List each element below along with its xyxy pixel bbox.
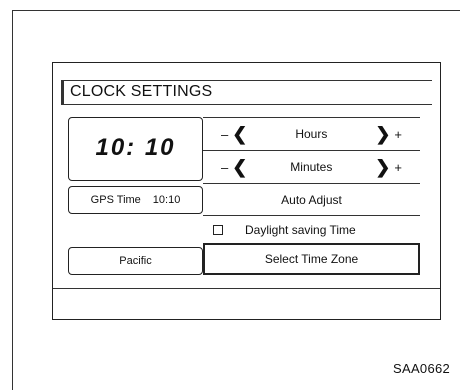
figure-reference-code: SAA0662 <box>393 361 451 376</box>
hours-decrease-button[interactable]: – ❮ <box>221 125 247 143</box>
daylight-saving-checkbox[interactable] <box>213 225 223 235</box>
minutes-increase-button[interactable]: ❯ + <box>375 158 402 176</box>
chevron-right-icon: ❯ <box>375 157 391 177</box>
daylight-saving-label: Daylight saving Time <box>245 223 356 237</box>
auto-adjust-button[interactable]: Auto Adjust <box>203 184 420 216</box>
auto-adjust-label: Auto Adjust <box>281 192 342 207</box>
minutes-label: Minutes <box>290 160 333 174</box>
minus-icon: – <box>221 126 229 142</box>
daylight-saving-toggle[interactable]: Daylight saving Time <box>203 216 420 244</box>
clock-display: 10: 10 <box>68 117 203 181</box>
chevron-right-icon: ❯ <box>375 124 391 144</box>
chevron-left-icon: ❮ <box>232 124 248 144</box>
timezone-value: Pacific <box>119 255 152 267</box>
clock-time: 10: 10 <box>95 134 176 161</box>
page-title: CLOCK SETTINGS <box>70 83 213 100</box>
minutes-decrease-button[interactable]: – ❮ <box>221 158 247 176</box>
chevron-left-icon: ❮ <box>232 157 248 177</box>
plus-icon: + <box>394 159 402 175</box>
gps-time-label: GPS Time <box>90 194 141 206</box>
select-time-zone-label: Select Time Zone <box>264 252 359 266</box>
minutes-row: – ❮ Minutes ❯ + <box>203 151 420 184</box>
gps-time-value: 10:10 <box>152 194 181 206</box>
plus-icon: + <box>394 126 402 142</box>
select-time-zone-button[interactable]: Select Time Zone <box>203 243 420 275</box>
gps-time-display: GPS Time 10:10 <box>68 186 203 214</box>
hours-row: – ❮ Hours ❯ + <box>203 118 420 151</box>
hours-label: Hours <box>295 127 328 141</box>
minus-icon: – <box>221 159 229 175</box>
clock-settings-screen: CLOCK SETTINGS 10: 10 GPS Time 10:10 Pac… <box>52 62 441 320</box>
bottom-divider <box>53 288 440 289</box>
hours-increase-button[interactable]: ❯ + <box>375 125 402 143</box>
title-bar: CLOCK SETTINGS <box>61 80 432 105</box>
timezone-display: Pacific <box>68 247 203 275</box>
